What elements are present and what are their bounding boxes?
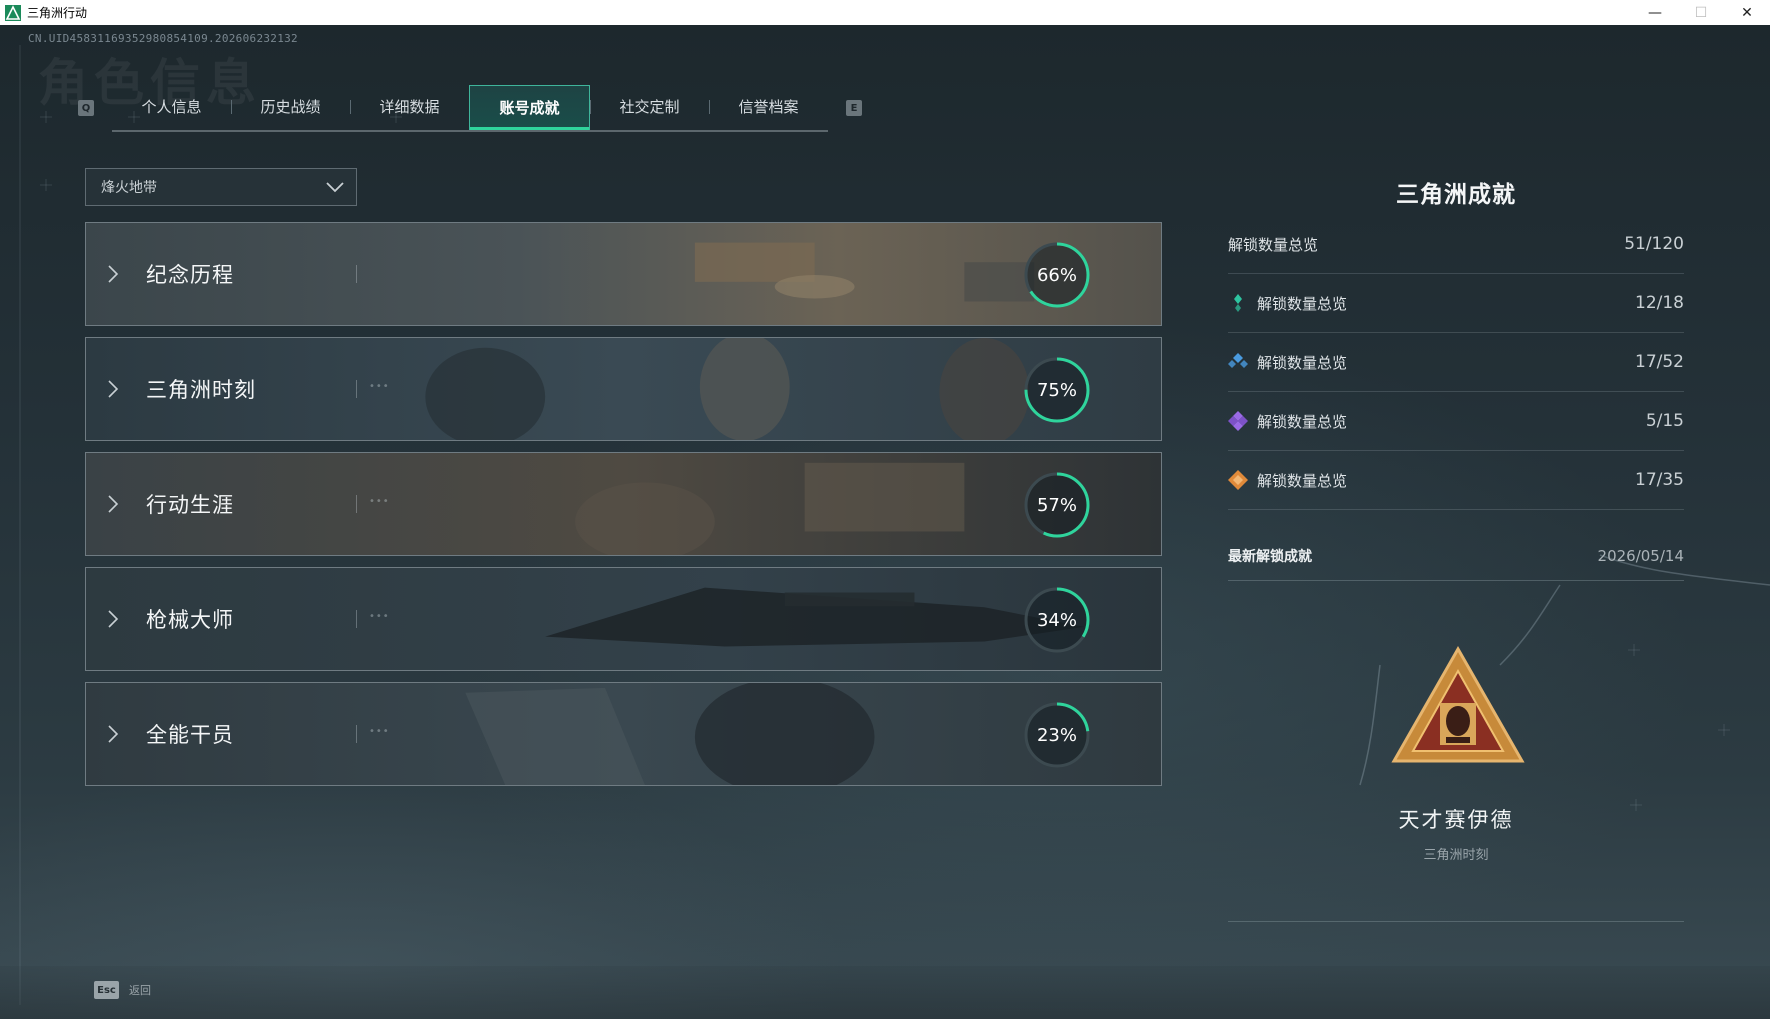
chevron-right-icon [108, 725, 119, 743]
chevron-right-icon [108, 610, 119, 628]
latest-achievement-card[interactable]: 天才赛伊德 三角洲时刻 [1228, 581, 1684, 922]
category-artwork [86, 223, 1161, 325]
category-artwork [86, 568, 1161, 670]
progress-percent: 34% [1036, 609, 1077, 631]
window-controls: — ☐ ✕ [1632, 0, 1770, 25]
divider-dots: ••• [369, 496, 390, 507]
triangle-emblem-icon [1391, 645, 1525, 763]
chevron-right-icon [108, 380, 119, 398]
divider [356, 265, 357, 283]
mode-filter-dropdown[interactable]: 烽火地带 [85, 168, 357, 206]
achievement-category-list: 纪念历程 66% 三角洲时刻 ••• 75% 行动生涯 ••• 57% 枪械大师… [85, 222, 1162, 797]
back-label[interactable]: 返回 [129, 982, 151, 998]
divider [356, 610, 357, 628]
tier-unlock-label: 解锁数量总览 [1257, 353, 1348, 372]
maximize-button[interactable]: ☐ [1678, 0, 1724, 25]
category-name: 枪械大师 [146, 608, 234, 632]
mode-filter-value: 烽火地带 [101, 180, 157, 196]
tier-unlock-row: 解锁数量总览 12/18 [1228, 274, 1684, 333]
category-name: 全能干员 [146, 723, 234, 747]
tab-bar: 个人信息 历史战绩 详细数据 账号成就 社交定制 信誉档案 [112, 84, 828, 132]
prev-tab-key-hint[interactable]: Q [78, 100, 94, 116]
purple-diamond-icon [1228, 411, 1248, 431]
blue-diamond-icon [1228, 353, 1248, 368]
tab-credit-record[interactable]: 信誉档案 [709, 85, 828, 129]
tab-account-achievements[interactable]: 账号成就 [469, 84, 590, 130]
tier-unlock-row: 解锁数量总览 17/52 [1228, 333, 1684, 392]
tier-unlock-label: 解锁数量总览 [1257, 412, 1348, 431]
category-name: 三角洲时刻 [146, 378, 256, 402]
category-card-weapon-master[interactable]: 枪械大师 ••• 34% [85, 567, 1162, 671]
tab-detailed-stats[interactable]: 详细数据 [350, 85, 469, 129]
chevron-down-icon [326, 182, 344, 193]
divider-dots: ••• [369, 381, 390, 392]
tab-navigation: Q 个人信息 历史战绩 详细数据 账号成就 社交定制 信誉档案 E [78, 75, 862, 141]
tier-unlock-value: 5/15 [1645, 411, 1684, 431]
total-unlock-value: 51/120 [1624, 234, 1684, 254]
app-logo-icon [5, 4, 21, 21]
footer-bar: Esc 返回 [0, 966, 1770, 1019]
achievement-summary-panel: 三角洲成就 解锁数量总览 51/120 解锁数量总览 12/18 解锁数量总览 … [1228, 175, 1684, 922]
category-card-operation-career[interactable]: 行动生涯 ••• 57% [85, 452, 1162, 556]
divider-dots: ••• [369, 611, 390, 622]
category-name: 纪念历程 [146, 263, 234, 287]
green-diamond-icon [1234, 294, 1242, 312]
title-bar: 三角洲行动 — ☐ ✕ [0, 0, 1770, 26]
progress-percent: 75% [1036, 379, 1077, 401]
minimize-button[interactable]: — [1632, 0, 1678, 25]
category-artwork [86, 683, 1161, 785]
latest-achievement-label: 最新解锁成就 [1228, 549, 1312, 565]
chevron-right-icon [108, 265, 119, 283]
divider-dots: ••• [369, 726, 390, 737]
divider [356, 380, 357, 398]
chevron-right-icon [108, 495, 119, 513]
close-button[interactable]: ✕ [1724, 0, 1770, 25]
tab-match-history[interactable]: 历史战绩 [231, 85, 350, 129]
latest-achievement-name: 天才赛伊德 [1398, 808, 1514, 832]
app-window: 三角洲行动 — ☐ ✕ CN.UID45831 [0, 0, 1770, 1019]
tier-unlock-row: 解锁数量总览 17/35 [1228, 451, 1684, 510]
category-card-commemoration[interactable]: 纪念历程 66% [85, 222, 1162, 326]
progress-percent: 23% [1036, 724, 1077, 746]
progress-percent: 57% [1036, 494, 1077, 516]
divider [356, 725, 357, 743]
category-card-all-round-operator[interactable]: 全能干员 ••• 23% [85, 682, 1162, 786]
category-artwork [86, 453, 1161, 555]
category-card-delta-moments[interactable]: 三角洲时刻 ••• 75% [85, 337, 1162, 441]
esc-key-hint[interactable]: Esc [94, 981, 119, 999]
tier-unlock-value: 17/35 [1635, 470, 1684, 490]
tier-unlock-row: 解锁数量总览 5/15 [1228, 392, 1684, 451]
tier-unlock-label: 解锁数量总览 [1257, 294, 1348, 313]
window-title: 三角洲行动 [27, 6, 88, 20]
tier-unlock-value: 12/18 [1635, 293, 1684, 313]
category-name: 行动生涯 [146, 493, 234, 517]
divider [356, 495, 357, 513]
latest-achievement-header: 最新解锁成就 2026/05/14 [1228, 532, 1684, 581]
total-unlock-row: 解锁数量总览 51/120 [1228, 215, 1684, 274]
tab-social-customization[interactable]: 社交定制 [590, 85, 709, 129]
tier-unlock-value: 17/52 [1635, 352, 1684, 372]
tab-personal-info[interactable]: 个人信息 [112, 85, 231, 129]
orange-diamond-icon [1228, 470, 1248, 490]
latest-achievement-date: 2026/05/14 [1597, 547, 1684, 565]
tier-unlock-label: 解锁数量总览 [1257, 471, 1348, 490]
panel-title: 三角洲成就 [1396, 182, 1516, 208]
next-tab-key-hint[interactable]: E [846, 100, 862, 116]
progress-percent: 66% [1036, 264, 1077, 286]
latest-achievement-category: 三角洲时刻 [1423, 848, 1489, 863]
game-screen: CN.UID458311693529808541​09.202606232132… [0, 25, 1770, 1019]
total-unlock-label: 解锁数量总览 [1228, 235, 1319, 254]
